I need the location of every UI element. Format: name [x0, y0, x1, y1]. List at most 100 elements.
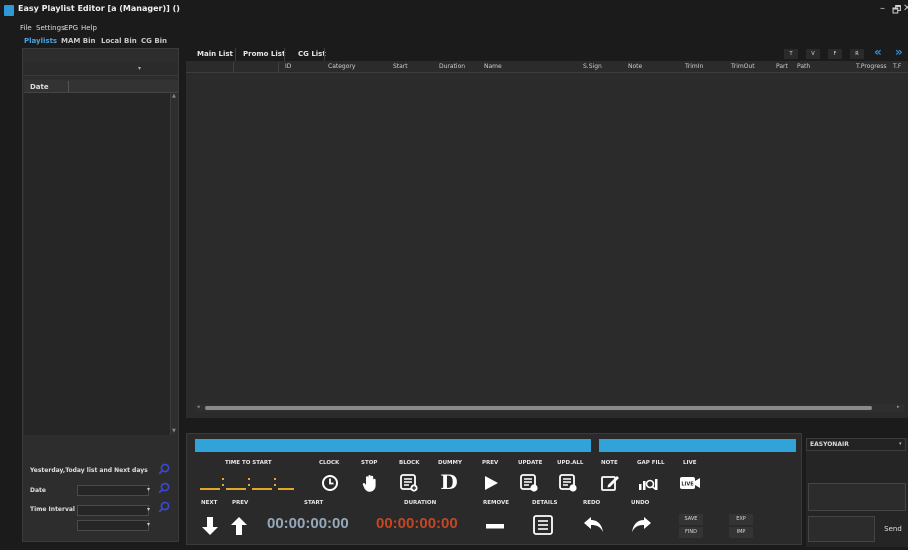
tab-main-list[interactable]: Main List	[197, 50, 233, 58]
scroll-right-icon[interactable]: ▸	[897, 404, 900, 410]
col-name[interactable]: Name	[484, 63, 502, 70]
search-icon[interactable]	[158, 463, 170, 475]
progress-bar-next	[599, 439, 796, 452]
restore-button[interactable]: 🗗	[892, 3, 901, 20]
time-to-input[interactable]	[77, 520, 149, 531]
search-icon[interactable]	[158, 501, 170, 513]
chevron-double-left-icon[interactable]: «	[874, 45, 882, 59]
col-s-sign[interactable]: S.Sign	[583, 63, 602, 70]
col-id[interactable]: ID	[285, 63, 291, 70]
prev-button[interactable]	[228, 515, 250, 537]
menu-file[interactable]: File	[20, 24, 32, 32]
minus-icon	[486, 524, 504, 529]
chevron-down-icon[interactable]: ▾	[147, 521, 150, 528]
chevron-down-icon[interactable]: ▾	[147, 506, 150, 513]
duration-time-display: 00:00:00:00	[376, 515, 458, 532]
export-button[interactable]: EXP	[729, 514, 753, 525]
gap-fill-icon	[639, 479, 658, 490]
scrollbar-thumb[interactable]	[205, 406, 872, 410]
prev-label-2: PREV	[232, 500, 249, 506]
play-icon	[485, 476, 498, 490]
playlist-filter-select[interactable]	[24, 62, 178, 76]
chevron-down-icon[interactable]: ▾	[147, 486, 150, 493]
col-duration[interactable]: Duration	[439, 63, 465, 70]
next-label: NEXT	[201, 500, 218, 506]
details-button[interactable]	[532, 514, 554, 536]
import-button[interactable]: IMP	[729, 527, 753, 538]
scroll-up-icon[interactable]: ▲	[172, 93, 176, 99]
view-t-button[interactable]: T	[784, 49, 798, 59]
find-button[interactable]: FIND	[679, 527, 703, 538]
details-label: DETAILS	[532, 500, 558, 506]
message-input[interactable]	[808, 516, 875, 542]
playlist-grid[interactable]	[186, 61, 908, 418]
menu-bar	[0, 22, 908, 36]
tab-cg-list[interactable]: CG List	[298, 50, 326, 58]
menu-epg[interactable]: EPG	[64, 24, 78, 32]
upd-all-label: UPD.ALL	[557, 460, 584, 466]
prev-play-button[interactable]	[480, 472, 502, 494]
col-trimout[interactable]: TrimOut	[731, 63, 755, 70]
live-camera-icon: LIVE	[680, 477, 700, 489]
date-input[interactable]	[77, 485, 149, 496]
col-trimin[interactable]: TrimIn	[685, 63, 703, 70]
stop-label: STOP	[361, 460, 378, 466]
list-refresh-all-icon	[559, 474, 577, 492]
playlist-date-list[interactable]	[24, 93, 170, 435]
tab-promo-list[interactable]: Promo List	[243, 50, 285, 58]
svg-text:LIVE: LIVE	[681, 482, 694, 488]
source-select-value: EASYONAIR	[810, 441, 849, 448]
chevron-double-right-icon[interactable]: »	[895, 45, 903, 59]
tab-mam-bin[interactable]: MAM Bin	[61, 37, 96, 45]
arrow-down-icon	[202, 517, 218, 535]
tab-playlists[interactable]: Playlists	[24, 37, 57, 45]
next-button[interactable]	[199, 515, 221, 537]
tab-local-bin[interactable]: Local Bin	[101, 37, 137, 45]
col-path[interactable]: Path	[797, 63, 810, 70]
chevron-down-icon[interactable]: ▾	[899, 441, 902, 447]
time-from-input[interactable]	[77, 505, 149, 516]
stop-button[interactable]	[359, 472, 381, 494]
gap-fill-button[interactable]	[637, 472, 659, 494]
chevron-down-icon[interactable]: ▾	[138, 65, 141, 72]
close-button[interactable]: ✕	[903, 3, 908, 14]
redo-button[interactable]	[583, 514, 605, 536]
gap-fill-label: GAP FILL	[637, 460, 665, 466]
prev-label: PREV	[482, 460, 499, 466]
minimize-button[interactable]: –	[880, 3, 885, 14]
vertical-scrollbar[interactable]	[170, 93, 178, 435]
start-time-display: 00:00:00:00	[267, 515, 349, 532]
edit-note-icon	[601, 476, 619, 491]
menu-help[interactable]: Help	[81, 24, 97, 32]
scroll-down-icon[interactable]: ▼	[172, 428, 176, 434]
block-button[interactable]	[398, 472, 420, 494]
view-v-button[interactable]: V	[806, 49, 820, 59]
window-title: Easy Playlist Editor [a (Manager)] ()	[18, 4, 180, 13]
undo-button[interactable]	[630, 514, 652, 536]
col-t-f[interactable]: T.F	[893, 63, 901, 70]
live-button[interactable]: LIVE	[679, 472, 701, 494]
col-category[interactable]: Category	[328, 63, 355, 70]
note-button[interactable]	[599, 472, 621, 494]
tab-cg-bin[interactable]: CG Bin	[141, 37, 167, 45]
remove-button[interactable]	[484, 515, 506, 537]
view-r-button[interactable]: R	[850, 49, 864, 59]
col-note[interactable]: Note	[628, 63, 642, 70]
menu-settings[interactable]: Settings	[36, 24, 65, 32]
col-start[interactable]: Start	[393, 63, 408, 70]
dummy-button[interactable]: D	[438, 470, 460, 494]
update-all-button[interactable]	[557, 472, 579, 494]
scroll-left-icon[interactable]: ◂	[197, 404, 200, 410]
col-part[interactable]: Part	[776, 63, 788, 70]
column-divider	[233, 62, 234, 72]
send-button[interactable]: Send	[880, 516, 906, 542]
clock-button[interactable]	[319, 472, 341, 494]
col-t-progress[interactable]: T.Progress	[856, 63, 886, 70]
undo-arrow-icon	[584, 517, 603, 532]
tab-divider	[284, 48, 285, 61]
save-button[interactable]: SAVE	[679, 514, 703, 525]
view-f-button[interactable]: F	[828, 49, 842, 59]
search-icon[interactable]	[158, 482, 170, 494]
hand-stop-icon	[362, 475, 376, 492]
update-button[interactable]	[518, 472, 540, 494]
